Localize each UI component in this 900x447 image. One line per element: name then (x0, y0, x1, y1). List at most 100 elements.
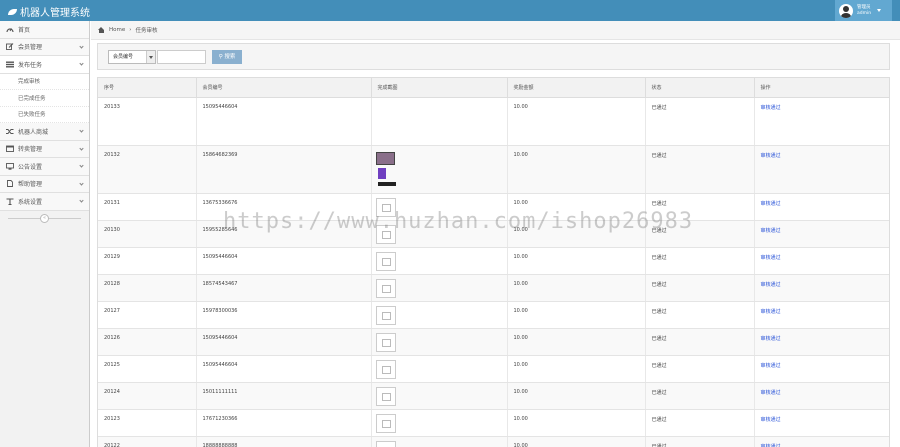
cell-screenshot (371, 145, 508, 194)
breadcrumb-home[interactable]: Home (109, 27, 125, 33)
screenshot-thumbnail[interactable] (375, 278, 396, 298)
cell-action[interactable]: 审核通过 (754, 247, 889, 275)
screenshot-image[interactable] (377, 167, 386, 179)
sidebar-item-tasks[interactable]: 发布任务 (0, 56, 89, 74)
cell-action[interactable]: 审核通过 (754, 355, 889, 383)
screenshot-thumbnail[interactable] (375, 440, 396, 447)
cell-amount: 10.00 (507, 409, 646, 437)
edit-icon (6, 43, 14, 51)
sidebar-subitem-failed[interactable]: 已失败任务 (0, 106, 89, 123)
search-field-select[interactable]: 会员编号 (108, 50, 156, 64)
screenshot-thumbnail[interactable] (375, 386, 396, 406)
cell-action[interactable]: 审核通过 (754, 409, 889, 437)
brand[interactable]: 机器人管理系统 (8, 4, 90, 19)
cell-action[interactable]: 审核通过 (754, 97, 889, 146)
column-header[interactable]: 完成截图 (371, 78, 508, 98)
table-row: 20130 15955285646 10.00 已通过 审核通过 (98, 220, 889, 248)
cell-status: 已通过 (645, 220, 755, 248)
sidebar-item-announcements[interactable]: 公告设置 (0, 158, 89, 176)
screenshot-thumbnail[interactable] (375, 251, 396, 271)
screenshot-thumbnail[interactable] (375, 332, 396, 352)
cell-amount: 10.00 (507, 328, 646, 356)
search-icon: ⚲ (218, 54, 223, 60)
screenshot-thumbnail[interactable] (375, 305, 396, 325)
cell-status: 已通过 (645, 193, 755, 221)
screenshot-thumbnail[interactable] (375, 197, 396, 217)
screenshot-image[interactable] (377, 181, 396, 186)
cell-screenshot (371, 220, 508, 248)
avatar (839, 3, 853, 18)
tasks-table: 序号 会员编号 完成截图 奖励金额 状态 操作 20133 15095446604… (97, 77, 890, 447)
home-icon (98, 27, 105, 33)
cell-member: 15955285646 (196, 220, 372, 248)
cell-action[interactable]: 审核通过 (754, 301, 889, 329)
chevron-down-icon (79, 61, 84, 66)
sidebar-item-resale[interactable]: 转卖管理 (0, 140, 89, 158)
search-panel: 会员编号 ⚲ 搜索 (97, 43, 890, 70)
cell-status: 已通过 (645, 145, 755, 194)
cell-action[interactable]: 审核通过 (754, 382, 889, 410)
table-row: 20125 15095446604 10.00 已通过 审核通过 (98, 355, 889, 383)
cell-amount: 10.00 (507, 145, 646, 194)
sidebar-item-label: 机器人商城 (18, 128, 49, 136)
chevron-down-icon (79, 145, 84, 151)
cell-screenshot (371, 382, 508, 410)
column-header[interactable]: 操作 (754, 78, 889, 98)
sidebar-item-help[interactable]: 帮助管理 (0, 175, 89, 193)
sidebar-item-members[interactable]: 会员管理 (0, 38, 89, 56)
column-header[interactable]: 序号 (98, 78, 197, 98)
search-field-value: 会员编号 (113, 54, 134, 60)
screenshot-image[interactable] (375, 151, 395, 165)
cell-id: 20131 (98, 193, 197, 221)
cell-screenshot (371, 355, 508, 383)
cell-amount: 10.00 (507, 301, 646, 329)
screenshot-thumbnail[interactable] (375, 413, 396, 433)
cell-member: 15095446604 (196, 247, 372, 275)
screenshot-thumbnail[interactable] (375, 224, 396, 244)
cell-amount: 10.00 (507, 436, 646, 447)
cell-amount: 10.00 (507, 97, 646, 146)
cell-member: 13675336676 (196, 193, 372, 221)
cell-screenshot (371, 97, 508, 146)
sidebar-item-settings[interactable]: 系统设置 (0, 193, 89, 211)
cell-action[interactable]: 审核通过 (754, 274, 889, 302)
sidebar-item-label: 公告设置 (18, 163, 43, 171)
chevron-down-icon (79, 163, 84, 168)
cell-status: 已通过 (645, 97, 755, 146)
file-icon (6, 180, 14, 188)
chevron-down-icon (79, 180, 84, 186)
column-header[interactable]: 奖励金额 (507, 78, 646, 98)
cell-action[interactable]: 审核通过 (754, 193, 889, 221)
column-header[interactable]: 状态 (645, 78, 755, 98)
search-button[interactable]: ⚲ 搜索 (212, 50, 242, 64)
cell-action[interactable]: 审核通过 (754, 328, 889, 356)
cell-id: 20124 (98, 382, 197, 410)
cell-amount: 10.00 (507, 382, 646, 410)
search-input[interactable] (157, 50, 206, 64)
cell-screenshot (371, 409, 508, 437)
cell-action[interactable]: 审核通过 (754, 220, 889, 248)
column-header[interactable]: 会员编号 (196, 78, 372, 98)
cell-action[interactable]: 审核通过 (754, 145, 889, 194)
cell-id: 20127 (98, 301, 197, 329)
cell-screenshot (371, 274, 508, 302)
sidebar-item-robot-store[interactable]: 机器人商城 (0, 123, 89, 141)
cell-id: 20133 (98, 97, 197, 146)
cell-id: 20125 (98, 355, 197, 383)
table-header: 序号 会员编号 完成截图 奖励金额 状态 操作 (98, 78, 889, 98)
sidebar-subitem-review[interactable]: 完成审核 (0, 73, 89, 90)
breadcrumb: Home › 任务审核 (91, 21, 900, 40)
cell-amount: 10.00 (507, 193, 646, 221)
collapse-sidebar-button[interactable]: « (40, 213, 49, 223)
cell-screenshot (371, 301, 508, 329)
cell-action[interactable]: 审核通过 (754, 436, 889, 447)
cell-member: 18574543467 (196, 274, 372, 302)
sidebar-item-label: 系统设置 (18, 198, 43, 206)
sidebar-subitem-completed[interactable]: 已完成任务 (0, 90, 89, 107)
sidebar-item-home[interactable]: 首页 (0, 21, 89, 39)
screenshot-thumbnail[interactable] (375, 359, 396, 379)
cell-status: 已通过 (645, 382, 755, 410)
user-menu[interactable]: 管理员 admin (835, 0, 892, 21)
cell-amount: 10.00 (507, 247, 646, 275)
cell-status: 已通过 (645, 247, 755, 275)
